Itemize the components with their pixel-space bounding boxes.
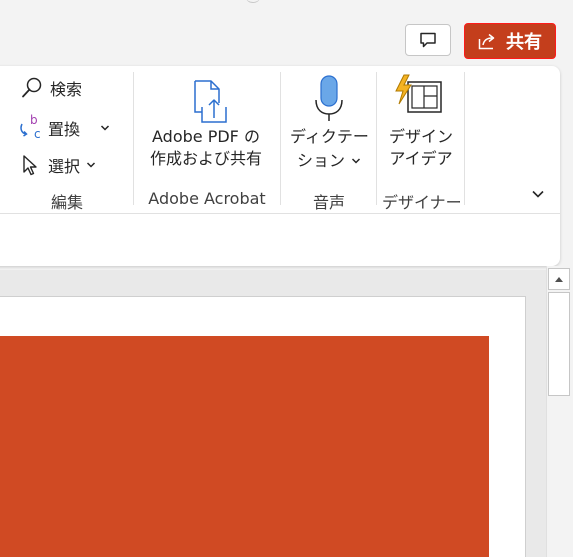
adobe-pdf-label-line2: 作成および共有 [149, 149, 262, 168]
pdf-share-icon [194, 80, 227, 123]
svg-text:c: c [34, 127, 41, 141]
chevron-down-icon [351, 158, 361, 164]
ribbon-display-options-button[interactable] [528, 184, 548, 204]
ribbon-bottom-divider [0, 213, 560, 214]
designer-group-label: デザイナー [382, 193, 462, 212]
svg-text:b: b [30, 114, 38, 127]
group-separator [376, 72, 377, 205]
group-separator [133, 72, 134, 205]
replace-icon: b c [20, 114, 41, 141]
slide-background-shape[interactable] [0, 336, 489, 557]
microphone-icon [315, 75, 343, 121]
replace-label: 置換 [48, 120, 81, 139]
editing-group-label: 編集 [50, 193, 83, 212]
scroll-up-button[interactable] [548, 268, 570, 290]
acrobat-group-label: Adobe Acrobat [148, 189, 266, 208]
share-label: 共有 [506, 32, 542, 53]
adobe-pdf-label-line1: Adobe PDF の [152, 127, 260, 146]
dictate-label-line2-wrap: ション [290, 150, 368, 172]
find-button[interactable]: 検索 [20, 76, 82, 100]
group-separator [464, 72, 465, 205]
dictate-button[interactable]: ディクテー ション [290, 74, 369, 182]
pointer-icon [23, 155, 37, 176]
dictate-label-line1: ディクテー [290, 127, 369, 146]
design-ideas-icon [395, 74, 442, 113]
design-ideas-label-line2: アイデア [389, 149, 453, 168]
voice-group-label: 音声 [312, 193, 345, 212]
comments-button[interactable] [405, 24, 451, 56]
group-separator [280, 72, 281, 205]
scroll-thumb[interactable] [548, 292, 570, 396]
select-button[interactable]: 選択 [20, 153, 96, 177]
design-ideas-button[interactable]: デザイン アイデア [382, 74, 460, 182]
adobe-pdf-create-share-button[interactable]: Adobe PDF の 作成および共有 [140, 74, 272, 182]
replace-button[interactable]: b c 置換 [17, 114, 110, 142]
share-button[interactable]: 共有 [464, 23, 556, 59]
find-label: 検索 [50, 80, 83, 99]
dictate-label-line2: ション [296, 151, 345, 170]
triangle-up-icon [555, 277, 563, 282]
chevron-down-icon [100, 125, 110, 131]
comment-icon [420, 32, 436, 48]
design-ideas-label-line1: デザイン [388, 127, 453, 146]
chevron-down-icon [86, 162, 96, 168]
select-label: 選択 [48, 157, 81, 176]
share-icon [478, 33, 495, 50]
chevron-down-icon [532, 190, 544, 198]
titlebar-fragment [246, 0, 260, 3]
search-icon [22, 77, 42, 98]
